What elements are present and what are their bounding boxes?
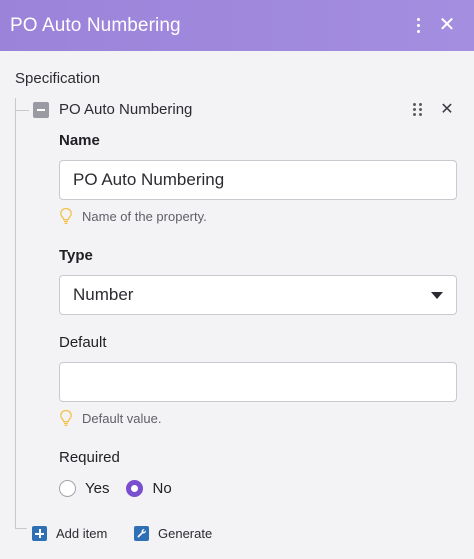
- close-icon[interactable]: ✕: [437, 14, 457, 36]
- name-label: Name: [59, 132, 100, 149]
- tree-branch: [15, 110, 29, 111]
- type-selected-value: Number: [73, 285, 134, 304]
- name-hint: Name of the property.: [59, 207, 207, 225]
- name-hint-text: Name of the property.: [82, 208, 207, 224]
- item-title: PO Auto Numbering: [59, 101, 193, 118]
- generate-button[interactable]: Generate: [134, 526, 212, 541]
- required-yes-label: Yes: [85, 480, 110, 497]
- required-label: Required: [59, 449, 120, 466]
- default-hint-text: Default value.: [82, 410, 162, 426]
- collapse-icon[interactable]: [33, 102, 49, 118]
- plus-icon: [32, 526, 47, 541]
- remove-item-icon[interactable]: ✕: [437, 100, 457, 120]
- specification-label: Specification: [15, 70, 101, 87]
- more-options-icon[interactable]: [410, 14, 426, 36]
- add-item-button[interactable]: Add item: [32, 526, 107, 541]
- lightbulb-icon: [60, 207, 72, 225]
- default-hint: Default value.: [59, 409, 162, 427]
- dialog-header: PO Auto Numbering ✕: [0, 0, 474, 51]
- required-no-radio[interactable]: No: [126, 480, 172, 497]
- name-input[interactable]: [59, 160, 457, 200]
- required-radio-group: Yes No: [59, 480, 189, 497]
- generate-label: Generate: [158, 526, 213, 541]
- radio-checked-icon: [126, 480, 144, 497]
- add-item-label: Add item: [56, 526, 108, 541]
- dialog-title: PO Auto Numbering: [10, 14, 181, 36]
- type-label: Type: [59, 247, 93, 264]
- default-input[interactable]: [59, 362, 457, 402]
- lightbulb-icon: [60, 409, 72, 427]
- wrench-icon: [134, 526, 149, 541]
- radio-unchecked-icon: [59, 480, 76, 497]
- type-select[interactable]: Number: [59, 275, 457, 315]
- required-yes-radio[interactable]: Yes: [59, 480, 109, 497]
- caret-down-icon: [431, 292, 443, 299]
- tree-connector: [15, 98, 27, 529]
- drag-handle-icon[interactable]: [413, 103, 425, 119]
- default-label: Default: [59, 334, 107, 351]
- required-no-label: No: [152, 480, 172, 497]
